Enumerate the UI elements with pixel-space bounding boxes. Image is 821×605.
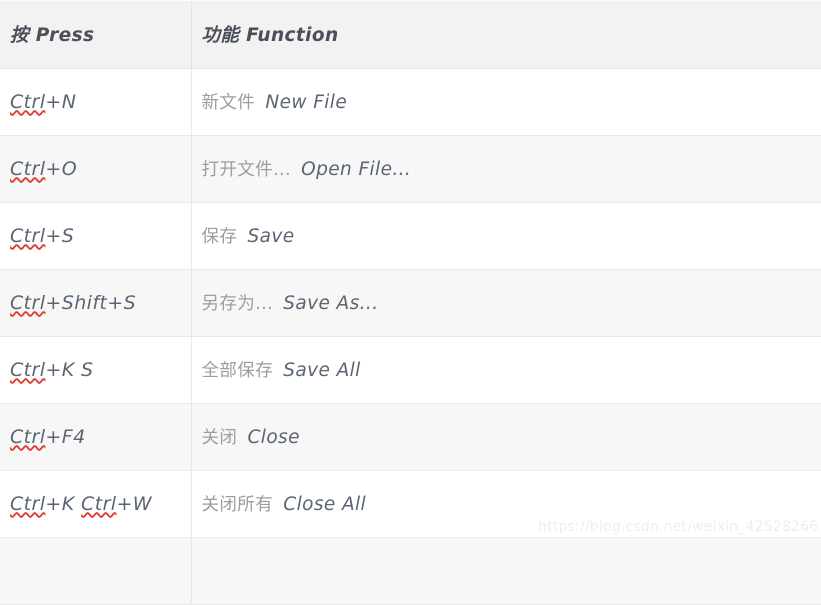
table-body: Ctrl+N 新文件 New File Ctrl+O 打开文件... Open Fil… [0, 68, 821, 605]
shortcut-keys-cell: Ctrl+S [0, 202, 192, 270]
shortcut-keys-cell: Ctrl+O [0, 135, 192, 203]
function-label-en: Save All [283, 360, 361, 381]
table-row: Ctrl+F4 关闭 Close [0, 403, 821, 471]
function-label-en: Save As... [283, 293, 379, 314]
top-hairline [0, 0, 821, 1]
function-description-cell: 关闭 Close [191, 403, 821, 471]
shortcut-keys-label: Ctrl+S [10, 224, 75, 247]
function-description-cell: 关闭所有 Close All [191, 470, 821, 538]
function-description-cell: 全部保存 Save All [191, 336, 821, 404]
function-label-zh: 新文件 [201, 93, 256, 113]
column-header-press-label: 按 Press [10, 24, 95, 46]
shortcut-keys-label: Ctrl+K S [10, 358, 94, 381]
spellcheck-underlined-word: Ctrl [10, 492, 46, 515]
column-header-press: 按 Press [0, 0, 192, 69]
shortcut-keys-cell: Ctrl+Shift+S [0, 269, 192, 337]
table-row: Ctrl+S 保存 Save [0, 202, 821, 270]
function-description-cell: 保存 Save [191, 202, 821, 270]
table-row: Ctrl+Shift+S 另存为... Save As... [0, 269, 821, 337]
shortcut-keys-cell: Ctrl+K Ctrl+W [0, 470, 192, 538]
table-row: Ctrl+O 打开文件... Open File... [0, 135, 821, 203]
header-row: 按 Press 功能 Function [0, 0, 821, 69]
table-row: Ctrl+K Ctrl+W 关闭所有 Close All [0, 470, 821, 538]
spellcheck-underlined-word: Ctrl [81, 492, 117, 515]
shortcut-keys-label: Ctrl+K Ctrl+W [10, 492, 152, 515]
table-row: Ctrl+K S 全部保存 Save All [0, 336, 821, 404]
shortcut-keys-label: Ctrl+Shift+S [10, 291, 137, 314]
table-header: 按 Press 功能 Function [0, 0, 821, 69]
function-label-zh: 关闭所有 [201, 495, 274, 515]
function-label-zh: 打开文件... [201, 160, 291, 180]
function-label-en: Open File... [301, 159, 412, 180]
function-description-cell: 打开文件... Open File... [191, 135, 821, 203]
function-label-en: Close [247, 427, 300, 448]
spellcheck-underlined-word: Ctrl [10, 425, 46, 448]
table-row-partial [0, 537, 821, 605]
function-label-en: New File [265, 92, 348, 113]
function-label-zh: 保存 [201, 227, 238, 247]
function-label-zh: 全部保存 [201, 361, 274, 381]
function-description-cell: 新文件 New File [191, 68, 821, 136]
function-description-cell [191, 537, 821, 605]
shortcut-keys-cell: Ctrl+N [0, 68, 192, 136]
column-header-function: 功能 Function [191, 0, 821, 69]
spellcheck-underlined-word: Ctrl [10, 90, 46, 113]
table-row: Ctrl+N 新文件 New File [0, 68, 821, 136]
function-label-en: Save [247, 226, 295, 247]
function-label-zh: 另存为... [201, 294, 274, 314]
spellcheck-underlined-word: Ctrl [10, 224, 46, 247]
keyboard-shortcuts-table: 按 Press 功能 Function Ctrl+N 新文件 New File Ct… [0, 0, 821, 605]
shortcut-keys-label: Ctrl+F4 [10, 425, 86, 448]
shortcut-keys-cell [0, 537, 192, 605]
spellcheck-underlined-word: Ctrl [10, 358, 46, 381]
column-header-function-label: 功能 Function [201, 24, 339, 46]
spellcheck-underlined-word: Ctrl [10, 291, 46, 314]
shortcut-keys-label: Ctrl+O [10, 157, 78, 180]
function-label-zh: 关闭 [201, 428, 238, 448]
shortcut-keys-cell: Ctrl+K S [0, 336, 192, 404]
function-description-cell: 另存为... Save As... [191, 269, 821, 337]
spellcheck-underlined-word: Ctrl [10, 157, 46, 180]
function-label-en: Close All [283, 494, 367, 515]
shortcut-keys-cell: Ctrl+F4 [0, 403, 192, 471]
shortcut-keys-label: Ctrl+N [10, 90, 77, 113]
